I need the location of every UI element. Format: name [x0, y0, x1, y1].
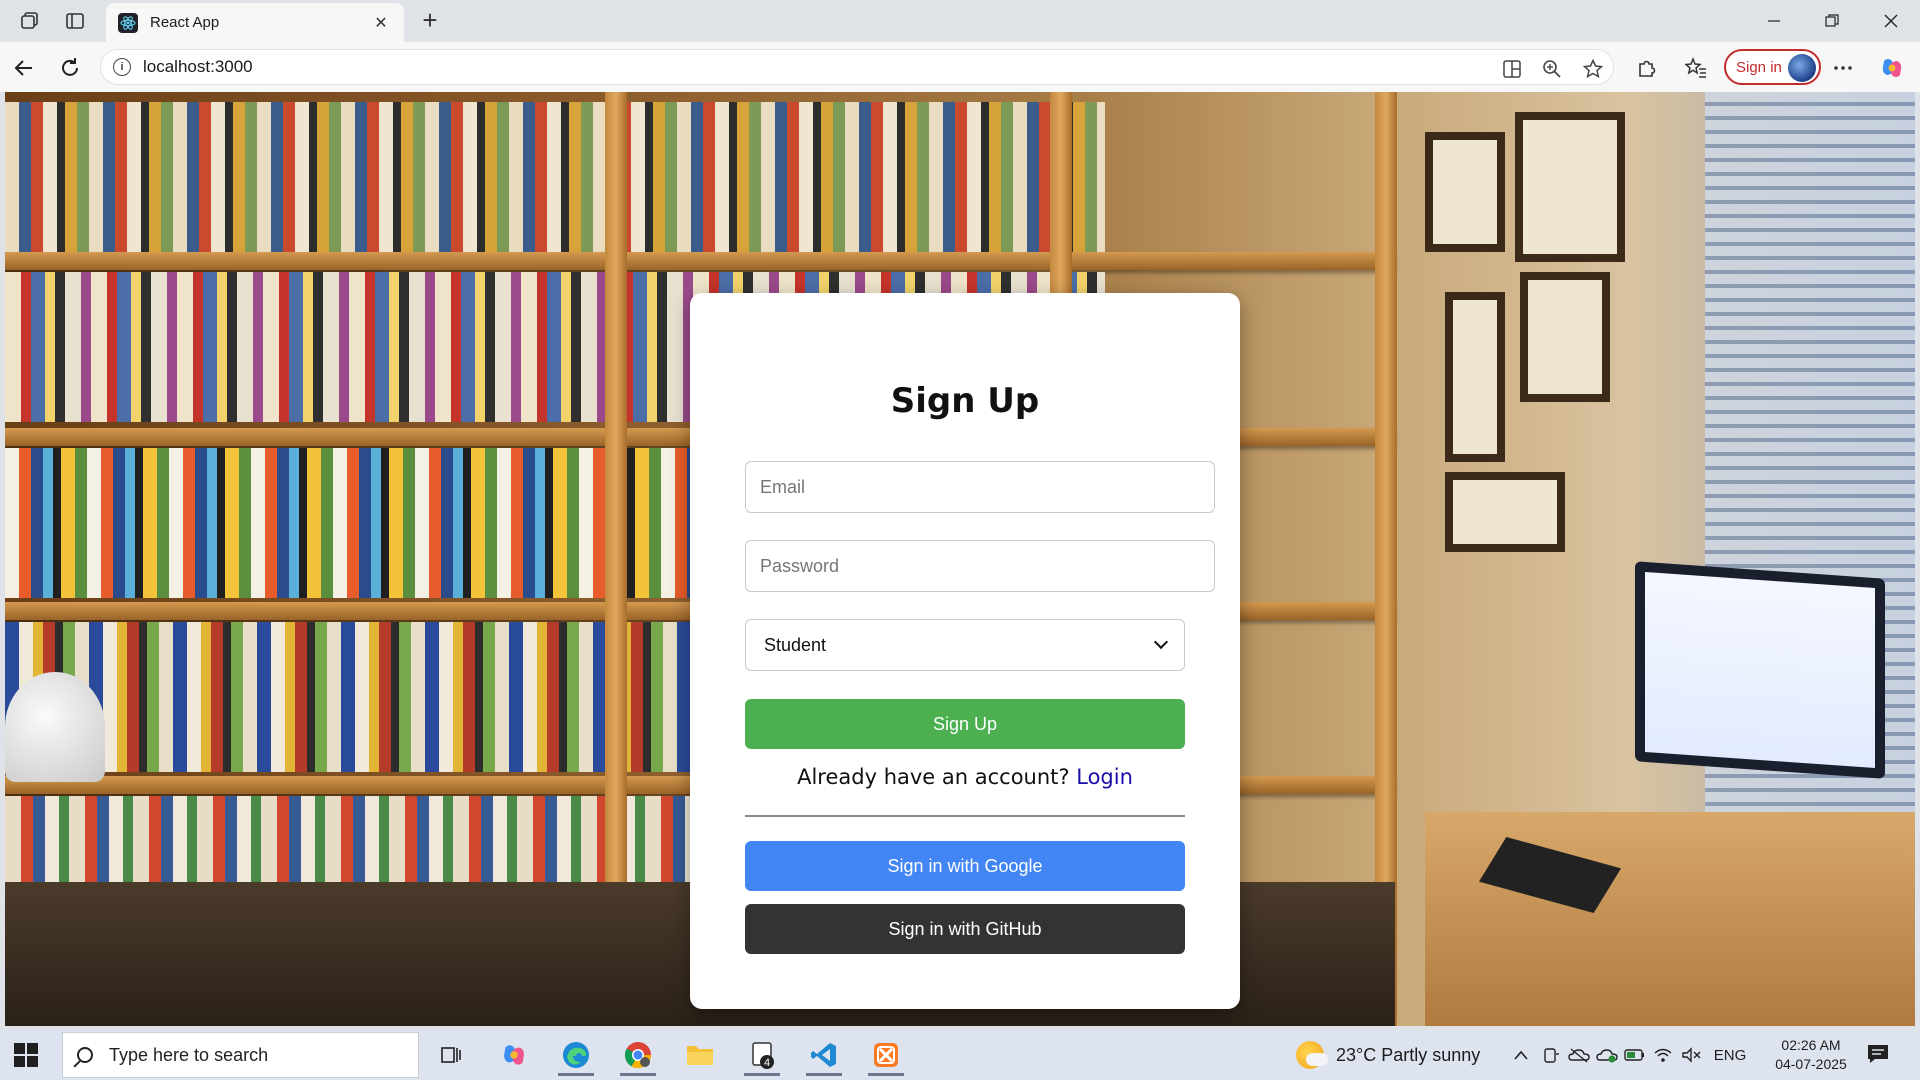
omnibox[interactable]: i localhost:3000	[100, 49, 1614, 85]
language-indicator[interactable]: ENG	[1710, 1030, 1750, 1080]
taskbar-search[interactable]: Type here to search	[62, 1032, 419, 1078]
search-icon	[77, 1047, 93, 1063]
site-info-icon[interactable]: i	[113, 58, 131, 76]
picture-frame	[1445, 472, 1565, 552]
weather-widget[interactable]: 23°C Partly sunny	[1296, 1030, 1480, 1080]
minimize-icon[interactable]	[1745, 0, 1803, 42]
close-tab-icon[interactable]: ✕	[370, 13, 392, 33]
github-signin-button[interactable]: Sign in with GitHub	[745, 904, 1185, 954]
explorer-badge: 4	[764, 1057, 770, 1069]
role-select-value: Student	[764, 634, 827, 655]
page-viewport: Sign Up Student Sign Up Already have an …	[5, 92, 1915, 1026]
avatar	[1788, 54, 1816, 82]
vscode-icon[interactable]	[800, 1033, 848, 1077]
close-window-icon[interactable]	[1862, 0, 1920, 42]
divider	[745, 815, 1185, 817]
taskbar: Type here to search 4 23°C Partly sunny	[0, 1030, 1920, 1080]
notification-icon[interactable]	[1866, 1043, 1892, 1067]
picture-frame	[1445, 292, 1505, 462]
extensions-icon[interactable]	[1633, 54, 1661, 82]
xampp-icon[interactable]	[862, 1033, 910, 1077]
weather-text: 23°C Partly sunny	[1336, 1044, 1481, 1065]
role-select[interactable]: Student	[745, 619, 1185, 671]
task-view-icon[interactable]	[427, 1033, 475, 1077]
tab-actions-icon[interactable]	[62, 8, 88, 34]
back-icon[interactable]	[8, 52, 40, 84]
workspaces-icon[interactable]	[17, 8, 43, 34]
cloud-sync-icon[interactable]	[1594, 1030, 1620, 1080]
login-prompt: Already have an account? Login	[690, 765, 1240, 789]
email-field[interactable]	[745, 461, 1215, 513]
taskbar-clock[interactable]: 02:26 AM 04-07-2025	[1768, 1036, 1854, 1074]
windows-start-icon[interactable]	[14, 1043, 38, 1067]
volume-muted-icon[interactable]	[1678, 1030, 1704, 1080]
weather-icon	[1296, 1041, 1328, 1069]
url-text[interactable]: localhost:3000	[143, 57, 253, 77]
picture-frame	[1425, 132, 1505, 252]
favorites-icon[interactable]	[1682, 54, 1710, 82]
chrome-icon[interactable]	[614, 1033, 662, 1077]
signup-button[interactable]: Sign Up	[745, 699, 1185, 749]
refresh-icon[interactable]	[54, 52, 86, 84]
wifi-icon[interactable]	[1650, 1030, 1676, 1080]
zoom-icon[interactable]	[1541, 58, 1563, 80]
picture-frame	[1520, 272, 1610, 402]
react-favicon-icon	[118, 12, 138, 33]
address-toolbar: i localhost:3000 Sign in	[0, 42, 1920, 92]
monitor	[1635, 561, 1885, 779]
login-prompt-text: Already have an account?	[797, 765, 1070, 789]
active-tab[interactable]: React App ✕	[106, 3, 404, 42]
favorite-star-icon[interactable]	[1582, 58, 1604, 80]
copilot-icon[interactable]	[1878, 54, 1906, 82]
onedrive-icon[interactable]	[1566, 1030, 1592, 1080]
copilot-taskbar-icon[interactable]	[490, 1033, 538, 1077]
profile-signin-button[interactable]: Sign in	[1724, 49, 1821, 85]
password-field[interactable]	[745, 540, 1215, 592]
page-title: Sign Up	[890, 381, 1040, 421]
chevron-up-icon[interactable]	[1510, 1030, 1532, 1080]
google-signin-button[interactable]: Sign in with Google	[745, 841, 1185, 891]
login-link[interactable]: Login	[1076, 765, 1133, 789]
desk	[1425, 812, 1915, 1026]
edge-icon[interactable]	[552, 1033, 600, 1077]
signin-label: Sign in	[1736, 58, 1782, 76]
clock-time: 02:26 AM	[1781, 1037, 1841, 1053]
picture-frame	[1515, 112, 1625, 262]
battery-icon[interactable]	[1622, 1030, 1648, 1080]
notepad-icon[interactable]: 4	[738, 1033, 786, 1077]
signup-card: Sign Up Student Sign Up Already have an …	[690, 293, 1240, 1009]
chevron-down-icon	[1153, 634, 1169, 650]
new-tab-icon[interactable]: +	[415, 6, 445, 36]
search-placeholder: Type here to search	[109, 1044, 269, 1065]
more-icon[interactable]	[1829, 54, 1857, 82]
maximize-icon[interactable]	[1803, 0, 1861, 42]
browser-tab-bar: React App ✕ +	[0, 0, 1920, 42]
device-icon[interactable]	[1538, 1030, 1564, 1080]
tab-title: React App	[150, 14, 220, 31]
file-explorer-icon[interactable]	[676, 1033, 724, 1077]
split-screen-icon[interactable]	[1501, 58, 1523, 80]
clock-date: 04-07-2025	[1775, 1056, 1847, 1072]
